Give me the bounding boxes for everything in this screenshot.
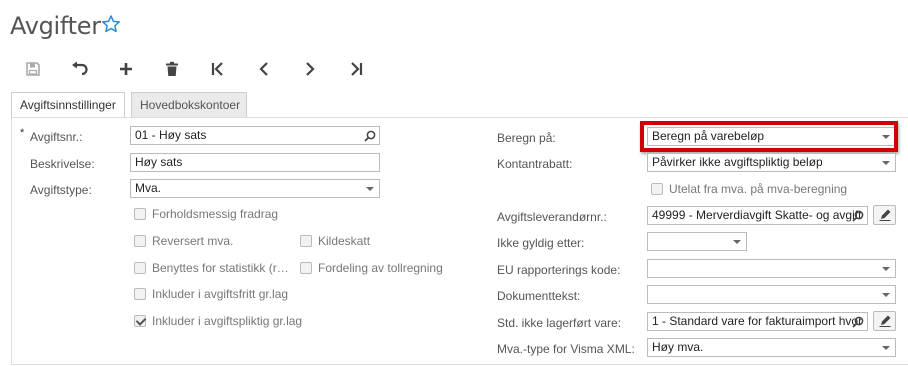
search-icon[interactable] xyxy=(364,130,376,142)
kontantrabatt-value: Påvirker ikke avgiftspliktig beløp xyxy=(652,155,823,169)
chevron-down-icon xyxy=(882,161,890,165)
avgiftsnr-label: Avgiftsnr.: xyxy=(30,130,83,144)
save-icon[interactable] xyxy=(22,58,44,80)
avgiftstype-value: Mva. xyxy=(135,181,162,195)
ikke-gyldig-label: Ikke gyldig etter: xyxy=(497,236,585,250)
checkbox-box[interactable] xyxy=(134,288,146,300)
kontantrabatt-label: Kontantrabatt: xyxy=(497,157,573,171)
checkbox-box[interactable] xyxy=(300,262,312,274)
visma-xml-label: Mva.-type for Visma XML: xyxy=(497,342,635,356)
kontantrabatt-select[interactable]: Påvirker ikke avgiftspliktig beløp xyxy=(647,153,896,172)
dokumenttekst-label: Dokumenttekst: xyxy=(497,289,581,303)
checkbox-box-checked[interactable] xyxy=(134,315,146,327)
last-icon[interactable] xyxy=(345,58,367,80)
eu-kode-label: EU rapporterings kode: xyxy=(497,263,621,277)
visma-xml-select[interactable]: Høy mva. xyxy=(647,338,896,357)
forholdsmessig-label: Forholdsmessig fradrag xyxy=(152,207,279,221)
std-vare-label: Std. ikke lagerført vare: xyxy=(497,316,622,330)
chevron-down-icon xyxy=(882,346,890,350)
avgiftstype-select[interactable]: Mva. xyxy=(130,179,380,198)
utelat-checkbox[interactable]: Utelat fra mva. på mva-beregning xyxy=(651,182,847,196)
tab-avgiftsinnstillinger[interactable]: Avgiftsinnstillinger xyxy=(11,92,125,118)
eu-kode-select[interactable] xyxy=(647,259,896,278)
beskrivelse-value: Høy sats xyxy=(135,155,183,169)
beskrivelse-label: Beskrivelse: xyxy=(30,157,95,171)
next-icon[interactable] xyxy=(299,58,321,80)
avgiftsfritt-label: Inkluder i avgiftsfritt gr.lag xyxy=(152,287,289,301)
required-marker: * xyxy=(20,127,25,139)
delete-icon[interactable] xyxy=(161,58,183,80)
favorite-star-icon[interactable] xyxy=(101,14,123,36)
utelat-label: Utelat fra mva. på mva-beregning xyxy=(669,182,848,196)
std-vare-value: 1 - Standard vare for fakturaimport hvor xyxy=(652,314,863,328)
chevron-down-icon xyxy=(733,240,741,244)
checkbox-box[interactable] xyxy=(134,262,146,274)
tollregning-checkbox[interactable]: Fordeling av tollregning xyxy=(300,261,443,275)
avgiftsnr-input[interactable]: 01 - Høy sats xyxy=(130,126,380,145)
add-icon[interactable] xyxy=(115,58,137,80)
search-icon[interactable] xyxy=(852,316,864,328)
statistikk-checkbox[interactable]: Benyttes for statistikk (r… xyxy=(134,261,289,275)
beskrivelse-input[interactable]: Høy sats xyxy=(130,153,380,172)
std-vare-input[interactable]: 1 - Standard vare for fakturaimport hvor xyxy=(647,312,868,331)
chevron-down-icon xyxy=(882,293,890,297)
previous-icon[interactable] xyxy=(253,58,275,80)
ikke-gyldig-datepicker[interactable] xyxy=(647,232,747,251)
page-title: Avgifter xyxy=(10,12,101,40)
checkbox-box[interactable] xyxy=(300,235,312,247)
beregn-label: Beregn på: xyxy=(497,131,556,145)
leverandor-label: Avgiftsleverandørnr.: xyxy=(497,210,607,224)
highlight-frame xyxy=(640,121,898,152)
forholdsmessig-checkbox[interactable]: Forholdsmessig fradrag xyxy=(134,207,278,221)
checkbox-box[interactable] xyxy=(651,183,663,195)
edit-std-vare-button[interactable] xyxy=(873,311,896,331)
tab-hovedbokskontoer[interactable]: Hovedbokskontoer xyxy=(131,92,247,118)
avgiftspliktig-label: Inkluder i avgiftspliktig gr.lag xyxy=(152,314,303,328)
statistikk-label: Benyttes for statistikk (r… xyxy=(152,261,289,275)
tollregning-label: Fordeling av tollregning xyxy=(318,261,443,275)
avgiftsfritt-checkbox[interactable]: Inkluder i avgiftsfritt gr.lag xyxy=(134,287,288,301)
chevron-down-icon xyxy=(366,187,374,191)
checkbox-box[interactable] xyxy=(134,208,146,220)
undo-icon[interactable] xyxy=(69,58,91,80)
reversert-label: Reversert mva. xyxy=(152,234,234,248)
pencil-icon xyxy=(879,209,890,221)
kildeskatt-label: Kildeskatt xyxy=(318,234,371,248)
leverandor-value: 49999 - Merverdiavgift Skatte- og avgift xyxy=(652,208,862,222)
kildeskatt-checkbox[interactable]: Kildeskatt xyxy=(300,234,370,248)
first-icon[interactable] xyxy=(207,58,229,80)
avgiftsnr-value: 01 - Høy sats xyxy=(135,128,207,142)
leverandor-input[interactable]: 49999 - Merverdiavgift Skatte- og avgift xyxy=(647,206,868,225)
avgiftspliktig-checkbox[interactable]: Inkluder i avgiftspliktig gr.lag xyxy=(134,314,302,328)
dokumenttekst-select[interactable] xyxy=(647,285,896,304)
edit-leverandor-button[interactable] xyxy=(873,205,896,225)
search-icon[interactable] xyxy=(852,210,864,222)
checkbox-box[interactable] xyxy=(134,235,146,247)
reversert-checkbox[interactable]: Reversert mva. xyxy=(134,234,233,248)
pencil-icon xyxy=(879,315,890,327)
visma-xml-value: Høy mva. xyxy=(652,340,704,354)
chevron-down-icon xyxy=(882,267,890,271)
avgiftstype-label: Avgiftstype: xyxy=(30,183,92,197)
